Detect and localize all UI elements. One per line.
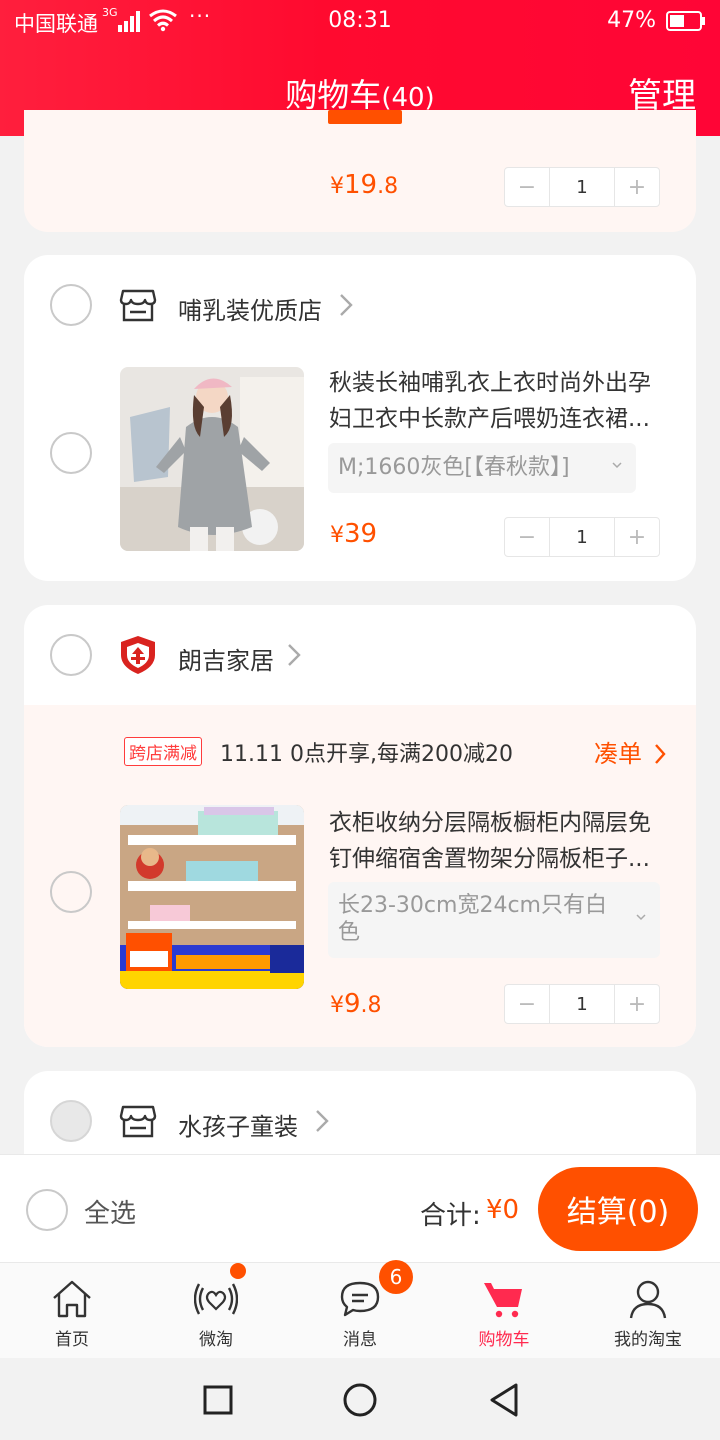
increase-button[interactable]: + [615,985,659,1023]
recent-apps-icon[interactable] [202,1384,234,1416]
notification-dot [230,1263,246,1279]
sku-text-line2: 色 [338,920,361,945]
tab-home[interactable]: 首页 [0,1263,144,1359]
message-icon [340,1281,380,1317]
shop-select-radio[interactable] [50,634,92,676]
checkout-button[interactable]: 结算(0) [538,1167,698,1251]
item-select-radio[interactable] [50,871,92,913]
item-select-radio[interactable] [50,432,92,474]
shop-card: 朗吉家居 跨店满减 11.11 0点开享,每满200减20 凑单 衣柜收纳分层隔… [24,605,696,1047]
select-all-label[interactable]: 全选 [84,1193,136,1230]
promo-badge [328,110,402,124]
home-icon [53,1280,91,1318]
sku-text: 长23-30cm宽24cm只有白 [338,893,607,918]
status-bar: 中国联通 3G ··· 08:31 47% [0,0,720,44]
tab-cart[interactable]: 购物车 [432,1263,576,1359]
checkout-bar: 全选 合计: ¥0 结算(0) [0,1154,720,1262]
message-badge: 6 [379,1260,413,1294]
tab-label: 消息 [343,1330,377,1350]
product-title[interactable]: 衣柜收纳分层隔板橱柜内隔层免 钉伸缩宿舍置物架分隔板柜子... [329,805,669,877]
chevron-right-icon [654,744,666,764]
chevron-right-icon[interactable] [314,1108,330,1134]
increase-button[interactable]: + [615,168,659,206]
shop-name[interactable]: 哺乳装优质店 [178,291,322,326]
shop-name[interactable]: 朗吉家居 [178,641,274,676]
chevron-down-icon [636,914,646,921]
product-title[interactable]: 秋装长袖哺乳衣上衣时尚外出孕 妇卫衣中长款产后喂奶连衣裙... [329,365,669,437]
system-nav-bar [0,1358,720,1440]
item-price: ¥19.8 [330,170,399,200]
quantity-value[interactable]: 1 [549,168,615,206]
tab-weitao[interactable]: 微淘 [144,1263,288,1359]
sku-selector[interactable]: M;1660灰色[【春秋款】] [328,443,636,493]
tab-my-taobao[interactable]: 我的淘宝 [576,1263,720,1359]
cart-icon [484,1283,522,1318]
shop-select-radio[interactable] [50,1100,92,1142]
item-price: ¥9.8 [330,989,382,1019]
back-icon[interactable] [488,1382,520,1418]
tab-bar: 首页 微淘 消息 购物车 我的淘宝 [0,1262,720,1358]
tab-label: 首页 [55,1330,89,1350]
shop-card: 哺乳装优质店 秋装长袖哺乳衣上衣时尚外出孕 妇卫衣中长款产后喂奶连衣裙... M… [24,255,696,581]
quantity-stepper: − 1 + [504,517,660,557]
item-price: ¥39 [330,519,378,549]
sku-text: M;1660灰色[【春秋款】] [338,455,570,480]
heart-signal-icon [194,1283,238,1315]
chevron-right-icon[interactable] [338,292,354,318]
cart-count: (40) [381,83,435,113]
shop-name[interactable]: 水孩子童装 [178,1107,298,1142]
decrease-button[interactable]: − [505,985,549,1023]
add-on-link[interactable]: 凑单 [594,734,666,769]
quantity-value[interactable]: 1 [549,985,615,1023]
shop-icon [119,1105,157,1138]
battery-icon [666,11,705,31]
promo-text: 11.11 0点开享,每满200减20 [220,742,513,767]
product-image[interactable] [120,805,304,989]
tab-label: 我的淘宝 [614,1330,682,1350]
product-image[interactable] [120,367,304,551]
home-circle-icon[interactable] [342,1382,378,1418]
chevron-right-icon[interactable] [286,642,302,668]
battery-percent: 47% [607,8,656,33]
page-title-text: 购物车 [285,76,382,114]
shop-select-radio[interactable] [50,284,92,326]
shop-icon [119,289,157,322]
decrease-button[interactable]: − [505,518,549,556]
quantity-stepper: − 1 + [504,167,660,207]
quantity-stepper: − 1 + [504,984,660,1024]
decrease-button[interactable]: − [505,168,549,206]
chevron-down-icon [612,462,622,469]
select-all-radio[interactable] [26,1189,68,1231]
cart-item-card: ¥19.8 − 1 + [24,110,696,232]
promo-tag: 跨店满减 [124,737,202,766]
increase-button[interactable]: + [615,518,659,556]
total-label: 合计: [420,1201,481,1231]
shield-logo-icon [121,636,155,674]
tab-label: 购物车 [478,1330,530,1350]
tab-label: 微淘 [199,1330,233,1350]
sku-selector[interactable]: 长23-30cm宽24cm只有白 色 [328,882,660,958]
total-value: ¥0 [486,1195,520,1225]
promo-section: 跨店满减 11.11 0点开享,每满200减20 凑单 衣柜收纳分层隔板橱柜内隔… [24,705,696,1047]
quantity-value[interactable]: 1 [549,518,615,556]
user-icon [629,1280,667,1319]
